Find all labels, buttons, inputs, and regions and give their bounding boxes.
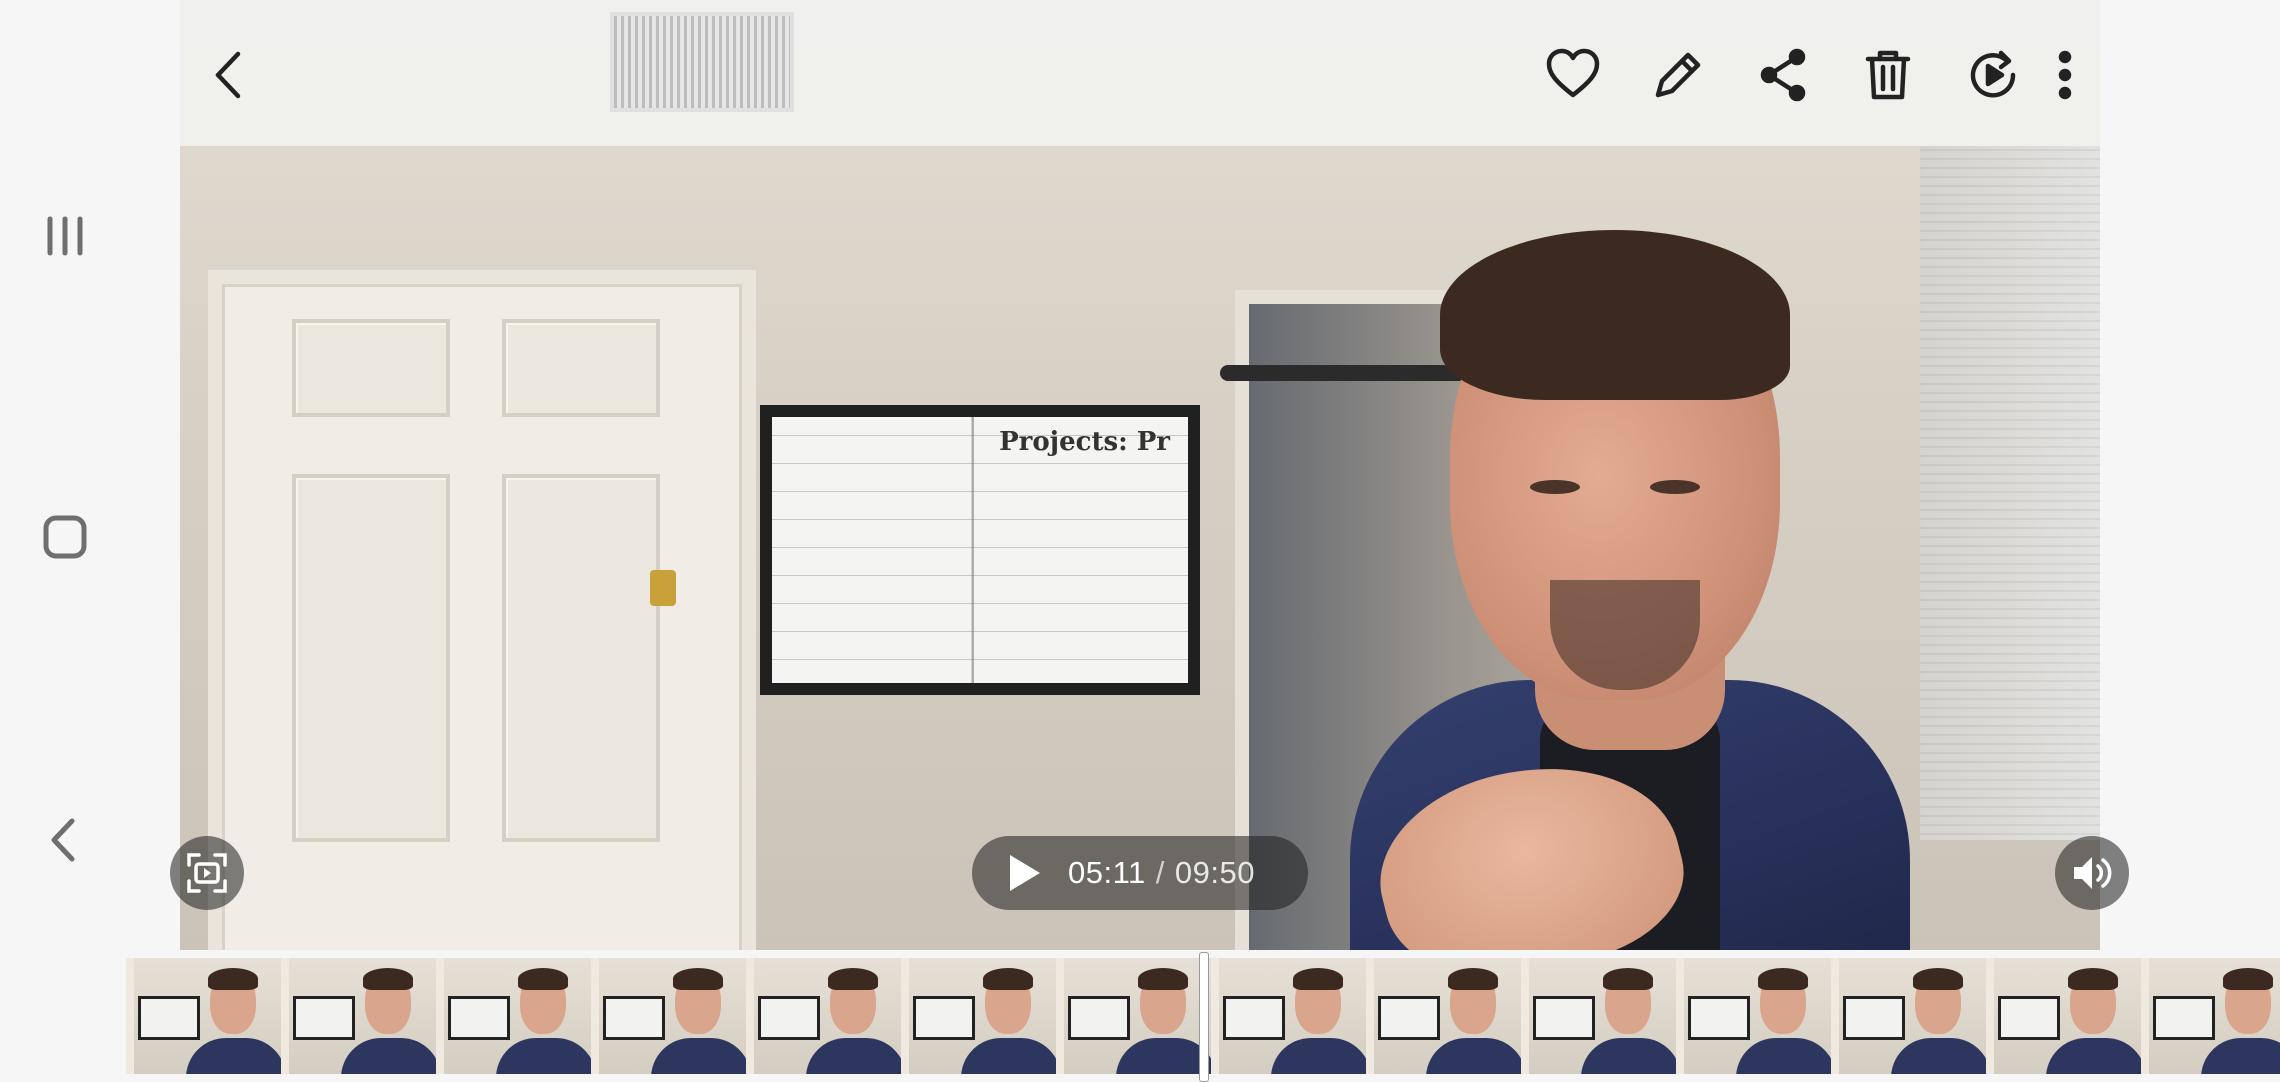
- filmstrip-thumbnail[interactable]: [1366, 958, 1521, 1074]
- filmstrip-thumbnail[interactable]: [126, 958, 281, 1074]
- filmstrip-thumbnail[interactable]: [2141, 958, 2280, 1074]
- time-separator: /: [1155, 855, 1165, 890]
- screen-capture-icon[interactable]: [170, 836, 244, 910]
- filmstrip-thumbnail[interactable]: [1986, 958, 2141, 1074]
- volume-icon[interactable]: [2055, 836, 2129, 910]
- door-knob: [650, 570, 676, 606]
- filmstrip-thumbnail[interactable]: [1831, 958, 1986, 1074]
- share-icon[interactable]: [1740, 32, 1826, 118]
- filmstrip-thumbnail[interactable]: [281, 958, 436, 1074]
- filmstrip-thumbnail[interactable]: [591, 958, 746, 1074]
- filmstrip-thumbnail[interactable]: [1211, 958, 1366, 1074]
- back-arrow-icon[interactable]: [188, 32, 274, 118]
- time-display: 05:11 / 09:50: [1068, 855, 1255, 891]
- top-action-bar: [180, 0, 2100, 146]
- home-icon[interactable]: [25, 497, 105, 577]
- filmstrip-thumbnail[interactable]: [436, 958, 591, 1074]
- filmstrip-thumbnail[interactable]: [746, 958, 901, 1074]
- window-blind: [1920, 140, 2100, 840]
- door: [208, 270, 756, 950]
- heart-icon[interactable]: [1530, 32, 1616, 118]
- filmstrip-thumbnail[interactable]: [1676, 958, 1831, 1074]
- trash-icon[interactable]: [1845, 32, 1931, 118]
- more-vertical-icon[interactable]: [2045, 32, 2085, 118]
- playback-control: 05:11 / 09:50: [972, 836, 1308, 910]
- pencil-icon[interactable]: [1635, 32, 1721, 118]
- scrubber-handle[interactable]: [1199, 952, 1209, 1082]
- ceiling-vent: [610, 12, 794, 112]
- duration: 09:50: [1174, 855, 1255, 890]
- recents-icon[interactable]: [25, 196, 105, 276]
- play-icon[interactable]: [972, 836, 1042, 910]
- whiteboard-title: Projects: Pr: [999, 427, 1170, 457]
- whiteboard: Projects: Pr: [760, 405, 1200, 695]
- system-navigation-bar: [0, 0, 180, 1080]
- filmstrip-thumbnail[interactable]: [1521, 958, 1676, 1074]
- filmstrip-thumbnail[interactable]: [901, 958, 1056, 1074]
- person: [1230, 230, 1930, 950]
- replay-icon[interactable]: [1950, 32, 2036, 118]
- back-icon[interactable]: [25, 800, 105, 880]
- filmstrip-thumbnail[interactable]: [1056, 958, 1211, 1074]
- current-time: 05:11: [1068, 855, 1146, 890]
